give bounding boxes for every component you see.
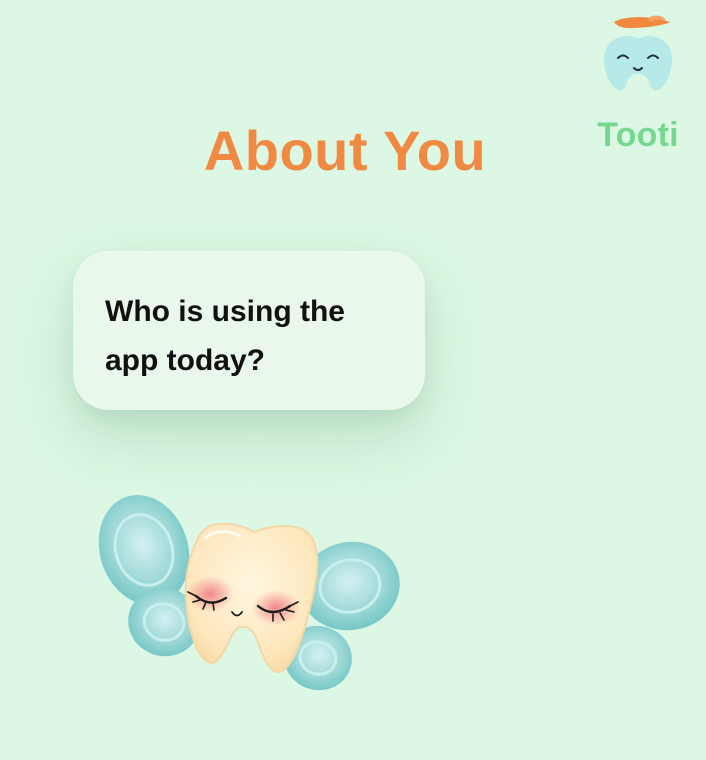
tooth-fairy-illustration [92, 492, 412, 707]
brand-logo: Tooti [592, 14, 684, 155]
question-bubble: Who is using the app today? [73, 251, 425, 410]
question-text: Who is using the app today? [105, 295, 345, 377]
about-you-screen: About You Tooti Who is using the app tod… [0, 0, 706, 760]
tooth-fairy-icon [92, 495, 412, 706]
brand-name: Tooti [597, 116, 679, 154]
tooth-mascot-icon [592, 14, 684, 94]
page-title: About You [203, 119, 487, 182]
